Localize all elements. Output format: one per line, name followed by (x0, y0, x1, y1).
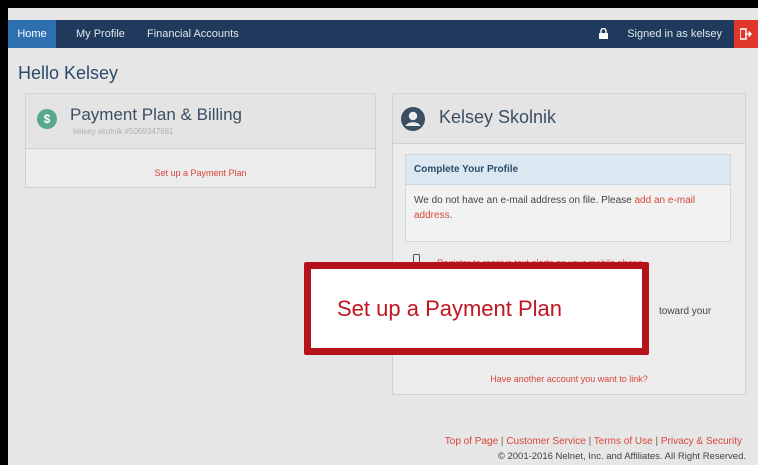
nav-financial-accounts[interactable]: Financial Accounts (147, 20, 239, 48)
payment-plan-panel: $ Payment Plan & Billing kelsey skolnik … (25, 93, 376, 188)
complete-profile-title: Complete Your Profile (406, 155, 730, 185)
user-icon (401, 107, 425, 131)
page-greeting: Hello Kelsey (18, 63, 119, 83)
footer-privacy-security[interactable]: Privacy & Security (661, 436, 742, 447)
link-another-account[interactable]: Have another account you want to link? (393, 374, 745, 384)
top-nav: Home My Profile Financial Accounts Signe… (8, 20, 758, 48)
logout-icon (740, 28, 752, 40)
complete-profile-box: Complete Your Profile We do not have an … (405, 154, 731, 242)
profile-name: Kelsey Skolnik (439, 107, 557, 127)
callout-box: Set up a Payment Plan (304, 262, 649, 355)
email-message: We do not have an e-mail address on file… (406, 185, 730, 231)
toward-text: toward your (659, 306, 712, 317)
footer-customer-service[interactable]: Customer Service (506, 436, 585, 447)
copyright: © 2001-2016 Nelnet, Inc. and Affiliates.… (497, 451, 746, 462)
footer-top-of-page[interactable]: Top of Page (445, 436, 498, 447)
page-frame: Home My Profile Financial Accounts Signe… (8, 8, 758, 465)
email-message-end: . (449, 210, 453, 221)
nav-home[interactable]: Home (8, 20, 56, 48)
profile-header: Kelsey Skolnik (393, 94, 745, 144)
lock-icon (599, 28, 608, 39)
account-number: kelsey skolnik #5069347681 (73, 127, 174, 136)
signed-in-label[interactable]: Signed in as kelsey (627, 20, 722, 48)
nav-my-profile[interactable]: My Profile (76, 20, 125, 48)
footer-separator: | (500, 436, 504, 447)
logout-button[interactable] (734, 20, 758, 48)
footer-separator: | (655, 436, 659, 447)
email-message-text: We do not have an e-mail address on file… (414, 195, 635, 206)
payment-plan-header: $ Payment Plan & Billing kelsey skolnik … (26, 94, 375, 149)
payment-plan-title: Payment Plan & Billing (70, 105, 242, 124)
setup-payment-plan-link[interactable]: Set up a Payment Plan (26, 168, 375, 178)
footer-terms-of-use[interactable]: Terms of Use (594, 436, 653, 447)
footer-separator: | (588, 436, 592, 447)
footer-links: Top of Page | Customer Service | Terms o… (445, 436, 742, 447)
callout-text: Set up a Payment Plan (337, 296, 563, 321)
dollar-icon: $ (37, 109, 57, 129)
